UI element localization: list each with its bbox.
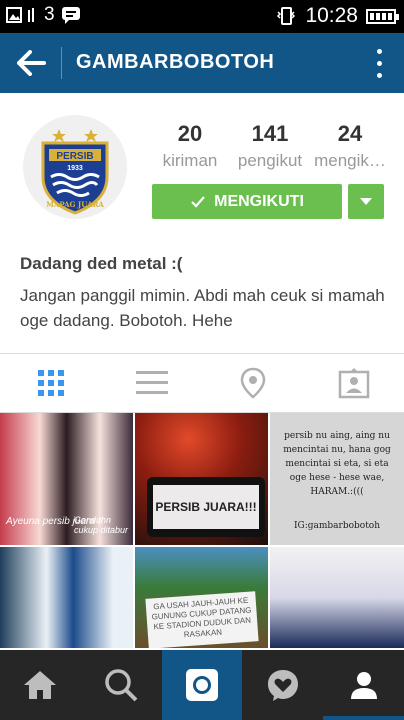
battery-icon: [366, 8, 399, 24]
avatar-year: 1933: [67, 165, 83, 172]
app-bar-divider: [61, 47, 62, 79]
post-3-text: persib nu aing, aing nu mencintai nu, ha…: [283, 431, 391, 497]
triangle-down-icon: [360, 198, 372, 205]
following-label: mengik…: [314, 151, 386, 170]
search-icon: [105, 669, 138, 702]
photo-grid: Ayeuna persib juara !! Gonduhn cukup dit…: [0, 413, 404, 650]
grid-icon: [37, 370, 64, 396]
profile-person-icon: [350, 672, 377, 699]
post-thumbnail-5[interactable]: GA USAH JAUH-JAUH KE GUNUNG CUKUP DATANG…: [135, 547, 268, 648]
page-title: GAMBARBOBOTOH: [76, 51, 275, 73]
post-thumbnail-4[interactable]: [0, 547, 133, 648]
gallery-notification-icon: [6, 7, 22, 23]
home-icon: [24, 671, 57, 699]
profile-stats: 20 kiriman 141 pengikut 24 mengik…: [150, 121, 390, 171]
tab-list[interactable]: [101, 354, 202, 412]
location-pin-icon: [240, 367, 265, 399]
back-button[interactable]: [10, 43, 52, 83]
nav-profile[interactable]: [323, 650, 404, 720]
signal-count: 3: [44, 4, 55, 25]
post-thumbnail-6[interactable]: [270, 547, 404, 648]
post-thumbnail-2[interactable]: PERSIB JUARA!!!: [135, 413, 268, 545]
suggestions-dropdown-button[interactable]: [348, 184, 384, 219]
post-3-tag: IG:gambarbobotoh: [293, 521, 381, 531]
persib-logo-icon: PERSIB 1933 MAPAG JUARA: [23, 115, 127, 219]
post-thumbnail-3[interactable]: persib nu aing, aing nu mencintai nu, ha…: [270, 413, 404, 545]
following-button-label: MENGIKUTI: [214, 192, 304, 210]
profile-header: PERSIB 1933 MAPAG JUARA 20 kiriman 141 p…: [0, 93, 404, 353]
camera-icon: [185, 669, 218, 701]
avatar[interactable]: PERSIB 1933 MAPAG JUARA: [23, 115, 127, 219]
profile-bio: Jangan panggil mimin. Abdi mah ceuk si m…: [20, 286, 385, 330]
following-button[interactable]: MENGIKUTI: [152, 184, 342, 219]
tablet-device: PERSIB JUARA!!!: [147, 477, 265, 537]
nav-search[interactable]: [81, 650, 162, 720]
nav-activity[interactable]: [242, 650, 323, 720]
overflow-menu-button[interactable]: [368, 45, 390, 81]
vibrate-icon: [277, 7, 296, 25]
followers-label: pengikut: [237, 151, 303, 170]
post-1-caption-b: Gonduhn cukup ditabur: [74, 515, 129, 535]
status-bar: 3 10:28: [0, 0, 404, 33]
signal-icon: [28, 8, 34, 22]
checkmark-icon: [191, 195, 205, 208]
tab-tagged[interactable]: [303, 354, 404, 412]
bottom-navigation: [0, 650, 404, 720]
message-icon: [61, 7, 80, 24]
app-bar: GAMBARBOBOTOH: [0, 33, 404, 93]
followers-count: 141: [251, 121, 289, 146]
nav-camera[interactable]: [161, 650, 243, 720]
arrow-left-icon: [17, 50, 46, 76]
posts-label: kiriman: [162, 151, 218, 170]
list-icon: [135, 371, 168, 394]
post-5-caption: GA USAH JAUH-JAUH KE GUNUNG CUKUP DATANG…: [145, 591, 259, 648]
activity-heart-icon: [267, 670, 298, 701]
avatar-club: PERSIB: [56, 151, 93, 162]
following-stat[interactable]: 24 mengik…: [310, 121, 390, 171]
posts-stat[interactable]: 20 kiriman: [150, 121, 230, 171]
profile-name: Dadang ded metal :(: [20, 254, 183, 273]
tab-grid[interactable]: [0, 354, 101, 412]
tagged-person-icon: [338, 368, 369, 399]
avatar-motto: MAPAG JUARA: [46, 200, 104, 209]
post-2-caption: PERSIB JUARA!!!: [153, 485, 259, 529]
nav-home[interactable]: [0, 650, 81, 720]
tab-photo-map[interactable]: [202, 354, 303, 412]
following-count: 24: [337, 121, 363, 146]
profile-view-tabs: [0, 353, 404, 413]
clock: 10:28: [305, 4, 358, 27]
followers-stat[interactable]: 141 pengikut: [230, 121, 310, 171]
posts-count: 20: [177, 121, 203, 146]
post-thumbnail-1[interactable]: Ayeuna persib juara !! Gonduhn cukup dit…: [0, 413, 133, 545]
